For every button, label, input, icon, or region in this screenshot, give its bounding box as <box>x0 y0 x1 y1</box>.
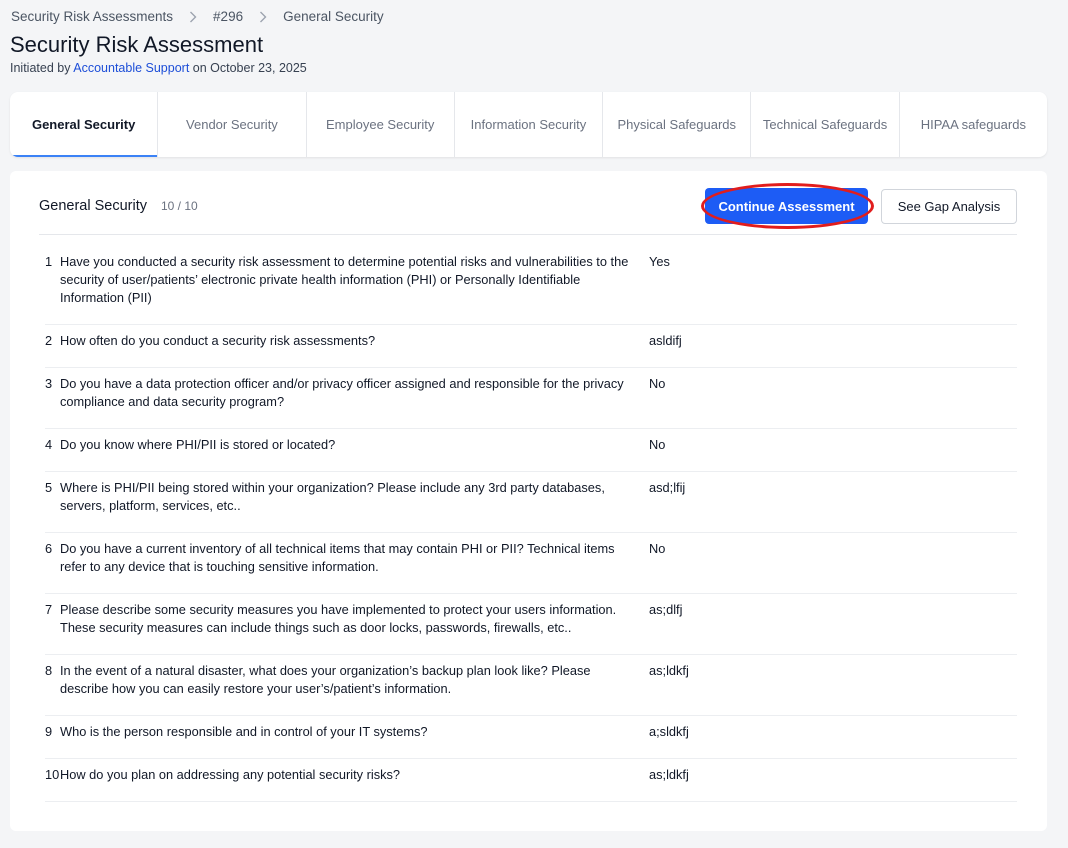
tab-employee-security[interactable]: Employee Security <box>307 92 455 157</box>
breadcrumb-link-assessment-id[interactable]: #296 <box>213 9 243 24</box>
tab-general-security[interactable]: General Security <box>10 92 159 157</box>
question-number: 10 <box>45 767 60 782</box>
question-text: Do you have a data protection officer an… <box>60 376 624 409</box>
tab-information-security[interactable]: Information Security <box>455 92 604 157</box>
question-list: 1 Have you conducted a security risk ass… <box>45 246 1017 802</box>
page-subtitle: Initiated by Accountable Support on Octo… <box>10 61 307 75</box>
answer-text: No <box>649 437 666 452</box>
tab-hipaa-safeguards[interactable]: HIPAA safeguards <box>900 92 1047 157</box>
answer-text: No <box>649 376 666 391</box>
breadcrumb-current: General Security <box>283 9 384 24</box>
continue-assessment-button[interactable]: Continue Assessment <box>705 188 868 224</box>
initiator-link[interactable]: Accountable Support <box>73 61 189 75</box>
page-title: Security Risk Assessment <box>10 32 264 57</box>
question-row: 9 Who is the person responsible and in c… <box>45 716 1017 759</box>
question-number: 7 <box>45 602 53 617</box>
chevron-right-icon <box>189 11 197 23</box>
tab-technical-safeguards[interactable]: Technical Safeguards <box>751 92 900 157</box>
question-text: How often do you conduct a security risk… <box>60 333 376 348</box>
answer-text: a;sldkfj <box>649 724 689 739</box>
question-row: 10 How do you plan on addressing any pot… <box>45 759 1017 802</box>
question-text: In the event of a natural disaster, what… <box>60 663 591 696</box>
subtitle-prefix: Initiated by <box>10 61 74 75</box>
see-gap-analysis-button[interactable]: See Gap Analysis <box>881 189 1017 224</box>
answer-text: Yes <box>649 254 670 269</box>
section-tabs: General Security Vendor Security Employe… <box>10 92 1047 157</box>
question-number: 9 <box>45 724 53 739</box>
question-row: 2 How often do you conduct a security ri… <box>45 325 1017 368</box>
question-text: Have you conducted a security risk asses… <box>60 254 629 305</box>
chevron-right-icon <box>259 11 267 23</box>
answer-text: as;ldkfj <box>649 767 689 782</box>
questions-panel: General Security 10 / 10 Continue Assess… <box>10 171 1047 831</box>
panel-header: General Security 10 / 10 Continue Assess… <box>39 183 1017 235</box>
answer-text: No <box>649 541 666 556</box>
section-title: General Security <box>39 198 147 214</box>
tab-physical-safeguards[interactable]: Physical Safeguards <box>603 92 752 157</box>
question-number: 3 <box>45 376 53 391</box>
question-row: 3 Do you have a data protection officer … <box>45 368 1017 429</box>
question-row: 8 In the event of a natural disaster, wh… <box>45 655 1017 716</box>
question-number: 2 <box>45 333 53 348</box>
question-row: 4 Do you know where PHI/PII is stored or… <box>45 429 1017 472</box>
question-number: 4 <box>45 437 53 452</box>
answer-text: asldifj <box>649 333 682 348</box>
question-number: 1 <box>45 254 53 269</box>
question-number: 5 <box>45 480 53 495</box>
question-text: Where is PHI/PII being stored within you… <box>60 480 605 513</box>
question-row: 1 Have you conducted a security risk ass… <box>45 246 1017 325</box>
question-text: Do you have a current inventory of all t… <box>60 541 615 574</box>
breadcrumb: Security Risk Assessments #296 General S… <box>11 9 384 24</box>
tab-vendor-security[interactable]: Vendor Security <box>158 92 307 157</box>
answer-text: as;ldkfj <box>649 663 689 678</box>
section-progress-count: 10 / 10 <box>161 199 198 213</box>
question-row: 7 Please describe some security measures… <box>45 594 1017 655</box>
question-row: 6 Do you have a current inventory of all… <box>45 533 1017 594</box>
question-text: Who is the person responsible and in con… <box>60 724 428 739</box>
breadcrumb-link-assessments[interactable]: Security Risk Assessments <box>11 9 173 24</box>
question-text: How do you plan on addressing any potent… <box>60 767 401 782</box>
question-number: 6 <box>45 541 53 556</box>
question-text: Do you know where PHI/PII is stored or l… <box>60 437 336 452</box>
question-number: 8 <box>45 663 53 678</box>
question-row: 5 Where is PHI/PII being stored within y… <box>45 472 1017 533</box>
question-text: Please describe some security measures y… <box>60 602 617 635</box>
answer-text: asd;lfij <box>649 480 686 495</box>
subtitle-suffix: on October 23, 2025 <box>189 61 307 75</box>
answer-text: as;dlfj <box>649 602 683 617</box>
